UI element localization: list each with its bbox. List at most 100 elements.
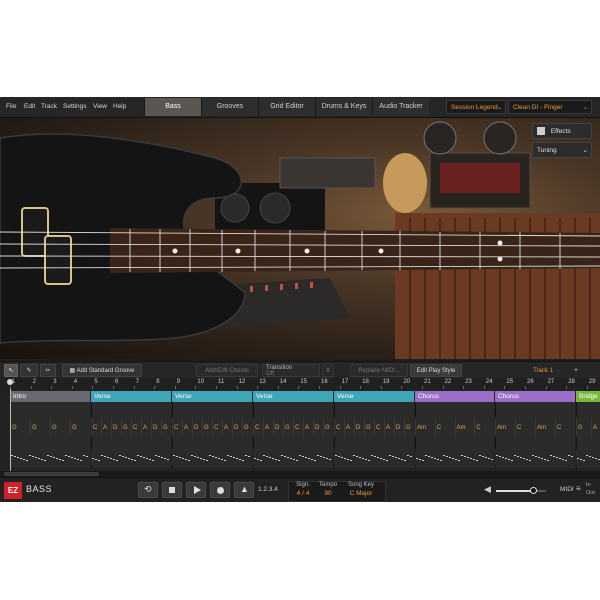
signature-value[interactable]: 4 / 4 xyxy=(292,490,314,497)
chord-symbol[interactable]: Am xyxy=(537,425,546,431)
chord-symbol[interactable]: C xyxy=(517,425,521,431)
menu-track[interactable]: Track xyxy=(41,97,57,117)
chord-symbol[interactable]: D xyxy=(234,425,238,431)
section-label[interactable]: Chorus xyxy=(495,391,575,402)
chord-symbol[interactable]: G xyxy=(32,425,37,431)
select-tool-button[interactable]: ↖ xyxy=(4,364,18,377)
chord-symbol[interactable]: C xyxy=(133,425,137,431)
scrollbar-thumb[interactable] xyxy=(4,472,99,476)
chord-symbol[interactable]: Am xyxy=(457,425,466,431)
chord-symbol[interactable]: G xyxy=(244,425,249,431)
chord-symbol[interactable]: D xyxy=(153,425,157,431)
speaker-icon[interactable]: ◀ xyxy=(484,484,491,495)
section-label[interactable]: Bridge xyxy=(576,391,600,402)
midi-pattern[interactable] xyxy=(415,449,494,465)
effects-button[interactable]: Effects xyxy=(532,123,592,139)
midi-pattern[interactable] xyxy=(91,449,171,465)
chord-symbol[interactable]: A xyxy=(305,425,309,431)
arrangement-timeline[interactable]: Intro G G G G Verse C A D G C A D G Verse C A D G C A D G Verse… xyxy=(0,389,600,471)
chord-symbol[interactable]: G xyxy=(123,425,128,431)
menu-settings[interactable]: Settings xyxy=(63,97,87,117)
chord-symbol[interactable]: D xyxy=(356,425,360,431)
loop-button[interactable]: ⟲ xyxy=(138,482,158,498)
chord-symbol[interactable]: A xyxy=(184,425,188,431)
midi-pattern[interactable] xyxy=(495,449,575,465)
chord-symbol[interactable]: G xyxy=(52,425,57,431)
playhead[interactable] xyxy=(7,379,13,385)
chord-symbol[interactable]: A xyxy=(593,425,597,431)
preset-selector-right[interactable]: Clean DI - Finger ⌄ xyxy=(508,100,592,114)
chord-symbol[interactable]: D xyxy=(194,425,198,431)
chord-symbol[interactable]: A xyxy=(386,425,390,431)
chord-symbol[interactable]: G xyxy=(578,425,583,431)
chord-symbol[interactable]: A xyxy=(103,425,107,431)
chord-symbol[interactable]: C xyxy=(255,425,259,431)
transition-dropdown[interactable]: Transition Off xyxy=(262,364,320,377)
section-label[interactable]: Chorus xyxy=(415,391,494,402)
chord-symbol[interactable]: D xyxy=(275,425,279,431)
tab-audio-tracker[interactable]: Audio Tracker xyxy=(372,98,429,116)
chord-symbol[interactable]: G xyxy=(325,425,330,431)
tempo-value[interactable]: 90 xyxy=(316,490,340,497)
transition-stepper[interactable]: ⇕ xyxy=(322,364,334,377)
volume-slider[interactable] xyxy=(496,487,546,494)
menu-edit[interactable]: Edit xyxy=(24,97,35,117)
chord-symbol[interactable]: A xyxy=(346,425,350,431)
section-label[interactable]: Verse xyxy=(172,391,252,402)
song-key-value[interactable]: C Major xyxy=(342,490,380,497)
chord-symbol[interactable]: C xyxy=(476,425,480,431)
chord-symbol[interactable]: G xyxy=(12,425,17,431)
track-name[interactable]: Track 1 xyxy=(520,364,566,377)
section-label[interactable]: Verse xyxy=(253,391,333,402)
chord-symbol[interactable]: G xyxy=(366,425,371,431)
add-standard-groove-button[interactable]: ▦ Add Standard Groove xyxy=(62,364,142,377)
midi-pattern[interactable] xyxy=(576,449,600,465)
tuning-dropdown[interactable]: Tuning ⌄ xyxy=(532,142,592,158)
menu-help[interactable]: Help xyxy=(113,97,126,117)
tab-bass[interactable]: Bass xyxy=(144,98,201,116)
midi-pattern[interactable] xyxy=(172,449,252,465)
chord-symbol[interactable]: D xyxy=(396,425,400,431)
chord-symbol[interactable]: C xyxy=(557,425,561,431)
midi-pattern[interactable] xyxy=(253,449,333,465)
replace-midi-button[interactable]: Replace MIDI... xyxy=(350,364,408,377)
edit-play-style-button[interactable]: Edit Play Style xyxy=(410,364,462,377)
volume-slider-knob[interactable] xyxy=(530,487,537,494)
tab-grooves[interactable]: Grooves xyxy=(201,98,258,116)
chord-symbol[interactable]: C xyxy=(174,425,178,431)
section-label[interactable]: Verse xyxy=(334,391,414,402)
chord-symbol[interactable]: G xyxy=(285,425,290,431)
section-label[interactable]: Intro xyxy=(10,391,90,402)
chord-symbol[interactable]: C xyxy=(376,425,380,431)
add-edit-chords-button[interactable]: Add/Edit Chords xyxy=(196,364,258,377)
chord-symbol[interactable]: C xyxy=(214,425,218,431)
chord-symbol[interactable]: C xyxy=(437,425,441,431)
menu-file[interactable]: File xyxy=(6,97,16,117)
chord-symbol[interactable]: A xyxy=(143,425,147,431)
chord-symbol[interactable]: G xyxy=(72,425,77,431)
menu-icon[interactable]: ≡ xyxy=(576,484,581,493)
tab-grid-editor[interactable]: Grid Editor xyxy=(258,98,315,116)
midi-pattern[interactable] xyxy=(334,449,414,465)
chord-symbol[interactable]: G xyxy=(406,425,411,431)
tab-drums-keys[interactable]: Drums & Keys xyxy=(315,98,372,116)
chord-symbol[interactable]: G xyxy=(163,425,168,431)
split-tool-button[interactable]: ✂ xyxy=(40,364,56,377)
midi-pattern[interactable] xyxy=(10,449,90,465)
chord-symbol[interactable]: C xyxy=(295,425,299,431)
add-track-button[interactable]: + xyxy=(570,364,582,377)
menu-view[interactable]: View xyxy=(93,97,107,117)
chord-symbol[interactable]: G xyxy=(204,425,209,431)
play-button[interactable] xyxy=(186,482,206,498)
preset-selector-left[interactable]: Session Legend ⌄ xyxy=(446,100,506,114)
record-button[interactable] xyxy=(210,482,230,498)
chord-symbol[interactable]: A xyxy=(265,425,269,431)
chord-symbol[interactable]: C xyxy=(336,425,340,431)
chord-symbol[interactable]: Am xyxy=(417,425,426,431)
section-label[interactable]: Verse xyxy=(91,391,171,402)
draw-tool-button[interactable]: ✎ xyxy=(20,364,38,377)
chord-symbol[interactable]: D xyxy=(113,425,117,431)
chord-symbol[interactable]: D xyxy=(315,425,319,431)
chord-symbol[interactable]: Am xyxy=(497,425,506,431)
chord-symbol[interactable]: C xyxy=(93,425,97,431)
